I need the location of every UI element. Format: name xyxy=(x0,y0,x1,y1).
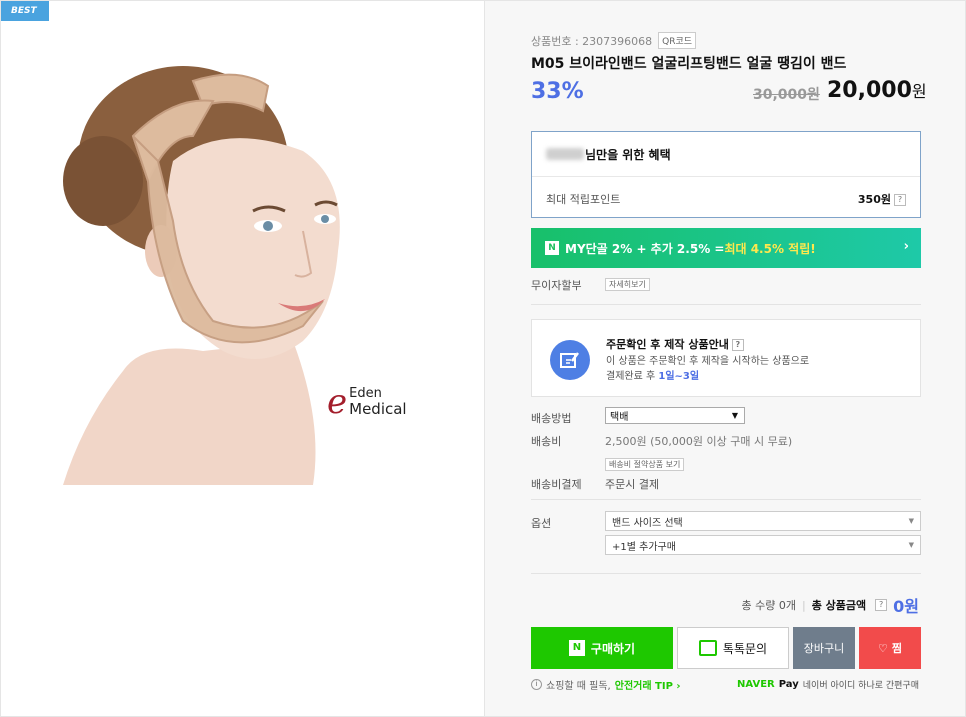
shipping-fee-label: 배송비 xyxy=(531,435,562,448)
total-amount: 0원 xyxy=(893,597,919,616)
cart-button[interactable]: 장바구니 xyxy=(793,627,855,669)
point-row: 최대 적립포인트 350원? xyxy=(532,177,920,207)
best-badge: BEST xyxy=(1,1,49,21)
npay-benefit-banner[interactable]: N MY단골 2% + 추가 2.5% = 최대 4.5% 적립! › xyxy=(531,228,921,268)
chevron-right-icon: › xyxy=(903,239,909,254)
brand-logo: e Eden Medical xyxy=(327,382,407,422)
original-price: 30,000원 xyxy=(753,87,820,103)
shipping-payment-value: 주문시 결제 xyxy=(605,478,660,491)
band-size-select[interactable]: 밴드 사이즈 선택 ▼ xyxy=(605,511,921,531)
total-help-icon[interactable]: ? xyxy=(875,599,888,611)
product-title: M05 브이라인밴드 얼굴리프팅밴드 얼굴 땡김이 밴드 xyxy=(531,56,847,72)
made-to-order-notice: 주문확인 후 제작 상품안내? 이 상품은 주문확인 후 제작을 시작하는 상품… xyxy=(531,319,921,397)
member-benefit-box: 님만을 위한 혜택 최대 적립포인트 350원? xyxy=(531,131,921,218)
qr-code-button[interactable]: QR코드 xyxy=(658,32,697,49)
product-number: 상품번호 : 2307396068 QR코드 xyxy=(531,32,697,49)
dropdown-caret-icon: ▼ xyxy=(908,541,914,549)
info-icon: i xyxy=(531,679,542,690)
point-help-icon[interactable]: ? xyxy=(894,194,906,206)
edit-document-icon xyxy=(550,340,590,380)
additional-purchase-select[interactable]: +1별 추가구매 ▼ xyxy=(605,535,921,555)
blurred-username xyxy=(546,148,584,160)
product-info-panel: 상품번호 : 2307396068 QR코드 M05 브이라인밴드 얼굴리프팅밴… xyxy=(484,1,965,716)
product-image-panel: BEST e Eden Medical xyxy=(1,1,484,716)
wish-button[interactable]: ♡ 찜 xyxy=(859,627,921,669)
installment-row: 무이자할부 자세히보기 xyxy=(531,277,650,293)
divider xyxy=(531,304,921,305)
dropdown-caret-icon: ▼ xyxy=(731,411,738,420)
total-summary: 총 수량 0개 | 총 상품금액? 0원 xyxy=(742,593,920,617)
divider xyxy=(531,499,921,500)
naverpay-notice: NAVER Pay 네이버 아이디 하나로 간편구매 xyxy=(737,679,919,691)
naver-n-icon: N xyxy=(568,640,585,656)
sale-price: 20,000원 xyxy=(827,78,927,103)
shipping-fee-value: 2,500원 (50,000원 이상 구매 시 무료) xyxy=(605,435,793,448)
chat-icon xyxy=(698,640,717,656)
shipping-saving-button[interactable]: 배송비 절약상품 보기 xyxy=(605,458,685,471)
heart-icon: ♡ xyxy=(878,641,888,655)
shipping-method-label: 배송방법 xyxy=(531,412,572,425)
talktalk-inquiry-button[interactable]: 톡톡문의 xyxy=(677,627,789,669)
notice-help-icon[interactable]: ? xyxy=(731,339,744,351)
buy-button[interactable]: N 구매하기 xyxy=(531,627,673,669)
naver-n-icon: N xyxy=(545,241,559,255)
discount-rate: 33% xyxy=(531,79,584,104)
product-page: BEST e Eden Medical 상품번호: 2307396068 QR… xyxy=(0,0,966,717)
shipping-method-select[interactable]: 택배 ▼ xyxy=(605,407,745,424)
benefit-title: 님만을 위한 혜택 xyxy=(532,132,920,177)
shipping-payment-label: 배송비결제 xyxy=(531,478,582,491)
safe-trade-tip-link[interactable]: 안전거래 TIP › xyxy=(615,677,681,692)
option-label: 옵션 xyxy=(531,517,552,530)
dropdown-caret-icon: ▼ xyxy=(908,517,914,525)
divider xyxy=(531,573,921,574)
safe-trade-tip: i 쇼핑할 때 필독, 안전거래 TIP › xyxy=(531,677,681,692)
installment-detail-button[interactable]: 자세히보기 xyxy=(605,278,650,291)
